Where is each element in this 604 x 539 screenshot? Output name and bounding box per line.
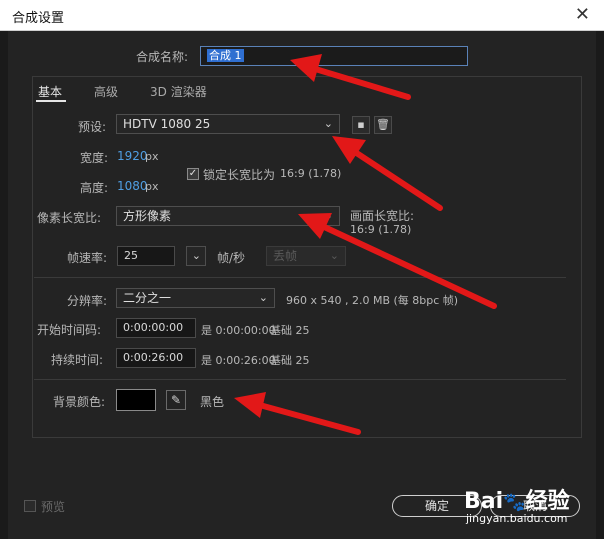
paw-icon: 🐾 [503,492,526,513]
arrow-bg-color [234,392,361,435]
arrow-preset [332,136,443,211]
arrow-comp-name [290,54,411,100]
watermark-brand: Bai🐾经验 [464,489,570,514]
arrow-pixel-aspect [298,213,497,309]
annotation-arrows [234,54,497,435]
watermark-url: jingyan.baidu.com [466,512,568,525]
